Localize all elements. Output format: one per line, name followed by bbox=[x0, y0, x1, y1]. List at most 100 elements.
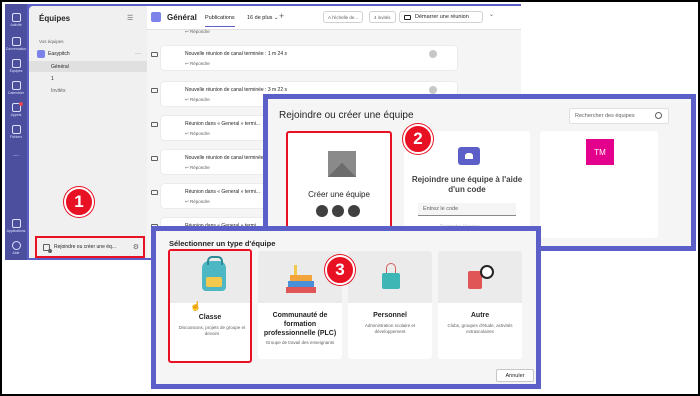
team-name: Easypitch bbox=[48, 50, 70, 57]
message-text: Réunion dans « General » termi... bbox=[185, 121, 261, 127]
video-icon bbox=[151, 190, 158, 195]
rail-calendar[interactable]: Calendrier bbox=[5, 76, 27, 100]
rail-apps[interactable]: Applications bbox=[5, 214, 27, 238]
camera-icon bbox=[404, 14, 411, 20]
search-icon[interactable] bbox=[655, 112, 662, 119]
rail-files[interactable]: Fichiers bbox=[5, 120, 27, 144]
scale-pill[interactable]: A l'échelle de... bbox=[323, 11, 364, 23]
reply-link[interactable]: ↩ Répondre bbox=[185, 131, 210, 137]
team-item[interactable]: Easypitch ··· bbox=[37, 48, 141, 59]
add-tab-icon[interactable]: + bbox=[279, 11, 284, 21]
team-type-staff[interactable]: Personnel Administration scolaire et dév… bbox=[348, 251, 432, 359]
rail-chat[interactable]: Conversation bbox=[5, 32, 27, 56]
step-1-marker: 1 bbox=[64, 187, 94, 217]
message-card: Nouvelle réunion de canal terminée : 1 m… bbox=[151, 46, 457, 70]
your-teams-heading: Vos équipes bbox=[39, 39, 64, 44]
notification-badge bbox=[19, 102, 23, 106]
rail-label: Équipes bbox=[9, 69, 23, 73]
teams-pane: Équipes ☰ Vos équipes Easypitch ··· Géné… bbox=[29, 6, 147, 258]
video-icon bbox=[151, 122, 158, 127]
reply-link[interactable]: ↩ Répondre bbox=[185, 165, 210, 171]
channel-guests[interactable]: Invités bbox=[29, 85, 147, 96]
reply-link[interactable]: ↩ Répondre bbox=[185, 61, 210, 67]
dialog-body: Rejoindre ou créer une équipe Rechercher… bbox=[268, 99, 691, 246]
gear-icon[interactable]: ⚙ bbox=[133, 243, 139, 251]
badge-illustration bbox=[348, 251, 432, 303]
channel-general[interactable]: Général bbox=[29, 61, 147, 72]
join-or-create-label: Rejoindre ou créer une éq... bbox=[54, 244, 116, 250]
cursor-icon: ☝ bbox=[190, 301, 202, 311]
video-icon bbox=[151, 88, 158, 93]
rail-label: Activité bbox=[10, 23, 22, 27]
channel-header: Général Publications 16 de plus ⌄ + A l'… bbox=[147, 6, 521, 30]
tab-publications[interactable]: Publications bbox=[205, 15, 235, 27]
teams-pane-title: Équipes bbox=[39, 14, 71, 23]
chevron-down-icon[interactable]: ⌄ bbox=[489, 11, 494, 18]
team-avatar bbox=[37, 49, 45, 58]
cancel-button[interactable]: Annuler bbox=[496, 369, 534, 382]
step-3-marker: 3 bbox=[325, 255, 355, 285]
team-type-name: Personnel bbox=[373, 312, 407, 319]
team-type-class[interactable]: ☝ Classe Discussions, projets de groupe … bbox=[168, 249, 252, 363]
create-team-card[interactable]: Créer une équipe bbox=[286, 131, 392, 238]
message-text: Réunion dans « General » termi... bbox=[185, 189, 261, 195]
rail-teams[interactable]: Équipes bbox=[5, 54, 27, 78]
team-type-other[interactable]: Autre Clubs, groupes d'étude, activités … bbox=[438, 251, 522, 359]
message-text: Nouvelle réunion de canal terminée : 3 m… bbox=[185, 87, 288, 93]
people-icon bbox=[458, 147, 480, 165]
team-avatar: TM bbox=[586, 139, 614, 165]
tab-more[interactable]: 16 de plus ⌄ bbox=[247, 15, 279, 21]
channel-title: Général bbox=[167, 13, 197, 22]
message-text: Nouvelle réunion de canal terminée : ... bbox=[185, 155, 272, 161]
channel-1[interactable]: 1 bbox=[29, 73, 147, 84]
dialog-title: Rejoindre ou créer une équipe bbox=[279, 110, 414, 121]
team-type-desc: Administration scolaire et développement bbox=[364, 323, 416, 334]
search-teams-input[interactable]: Rechercher des équipes bbox=[569, 108, 669, 124]
calendar-icon bbox=[11, 81, 21, 90]
team-type-name: Classe bbox=[198, 314, 222, 321]
popcorn-ball-illustration bbox=[438, 251, 522, 303]
start-meeting-label: Démarrer une réunion bbox=[415, 14, 469, 20]
backpack-illustration bbox=[170, 251, 250, 303]
rail-label: Appels bbox=[10, 113, 22, 117]
bell-icon bbox=[11, 13, 21, 22]
team-type-name: Autre bbox=[470, 312, 490, 319]
team-type-desc: Groupe de travail des enseignants bbox=[265, 340, 335, 345]
rail-activity[interactable]: Activité bbox=[5, 8, 27, 32]
team-type-name: Communauté de formation professionnelle … bbox=[263, 312, 337, 337]
team-type-dialog: Sélectionner un type d'équipe ☝ Classe D… bbox=[151, 226, 541, 389]
rail-calls[interactable]: Appels bbox=[5, 98, 27, 122]
join-or-create-team-button[interactable]: Rejoindre ou créer une éq... ⚙ bbox=[35, 236, 145, 258]
team-tm-card[interactable]: TM bbox=[540, 131, 658, 238]
reply-link[interactable]: ↩ Répondre bbox=[185, 97, 210, 103]
app-rail: Activité Conversation Équipes Calendrier… bbox=[5, 4, 27, 260]
create-team-illustration bbox=[328, 151, 356, 177]
video-icon bbox=[151, 52, 158, 57]
file-icon bbox=[11, 125, 21, 134]
dialog-title: Sélectionner un type d'équipe bbox=[169, 239, 276, 248]
step-2-marker: 2 bbox=[403, 124, 433, 154]
message-text: Nouvelle réunion de canal terminée : 1 m… bbox=[185, 51, 288, 57]
create-team-label: Créer une équipe bbox=[308, 190, 370, 199]
more-options-icon[interactable]: ··· bbox=[135, 51, 141, 57]
filter-icon[interactable]: ☰ bbox=[127, 14, 133, 22]
rail-more[interactable]: ... bbox=[5, 142, 27, 166]
apps-icon bbox=[11, 219, 21, 228]
avatar bbox=[429, 50, 437, 58]
rail-help[interactable]: Aide bbox=[5, 236, 27, 260]
guests-pill[interactable]: 4 invités bbox=[369, 11, 396, 23]
people-icons bbox=[316, 205, 360, 217]
help-icon bbox=[11, 241, 21, 250]
video-icon bbox=[151, 156, 158, 161]
teams-icon bbox=[11, 59, 21, 68]
avatar bbox=[429, 86, 437, 94]
reply-link[interactable]: ↩ Répondre bbox=[185, 29, 210, 35]
dialog-body: Sélectionner un type d'équipe ☝ Classe D… bbox=[156, 231, 536, 384]
join-with-code-label: Rejoindre une équipe à l'aide d'un code bbox=[411, 175, 523, 194]
rail-label: Fichiers bbox=[9, 135, 23, 139]
rail-label: Conversation bbox=[5, 47, 27, 51]
team-code-input[interactable]: Entrez le code bbox=[418, 203, 516, 216]
start-meeting-button[interactable]: Démarrer une réunion bbox=[399, 11, 483, 23]
add-team-icon bbox=[43, 243, 52, 253]
reply-link[interactable]: ↩ Répondre bbox=[185, 199, 210, 205]
